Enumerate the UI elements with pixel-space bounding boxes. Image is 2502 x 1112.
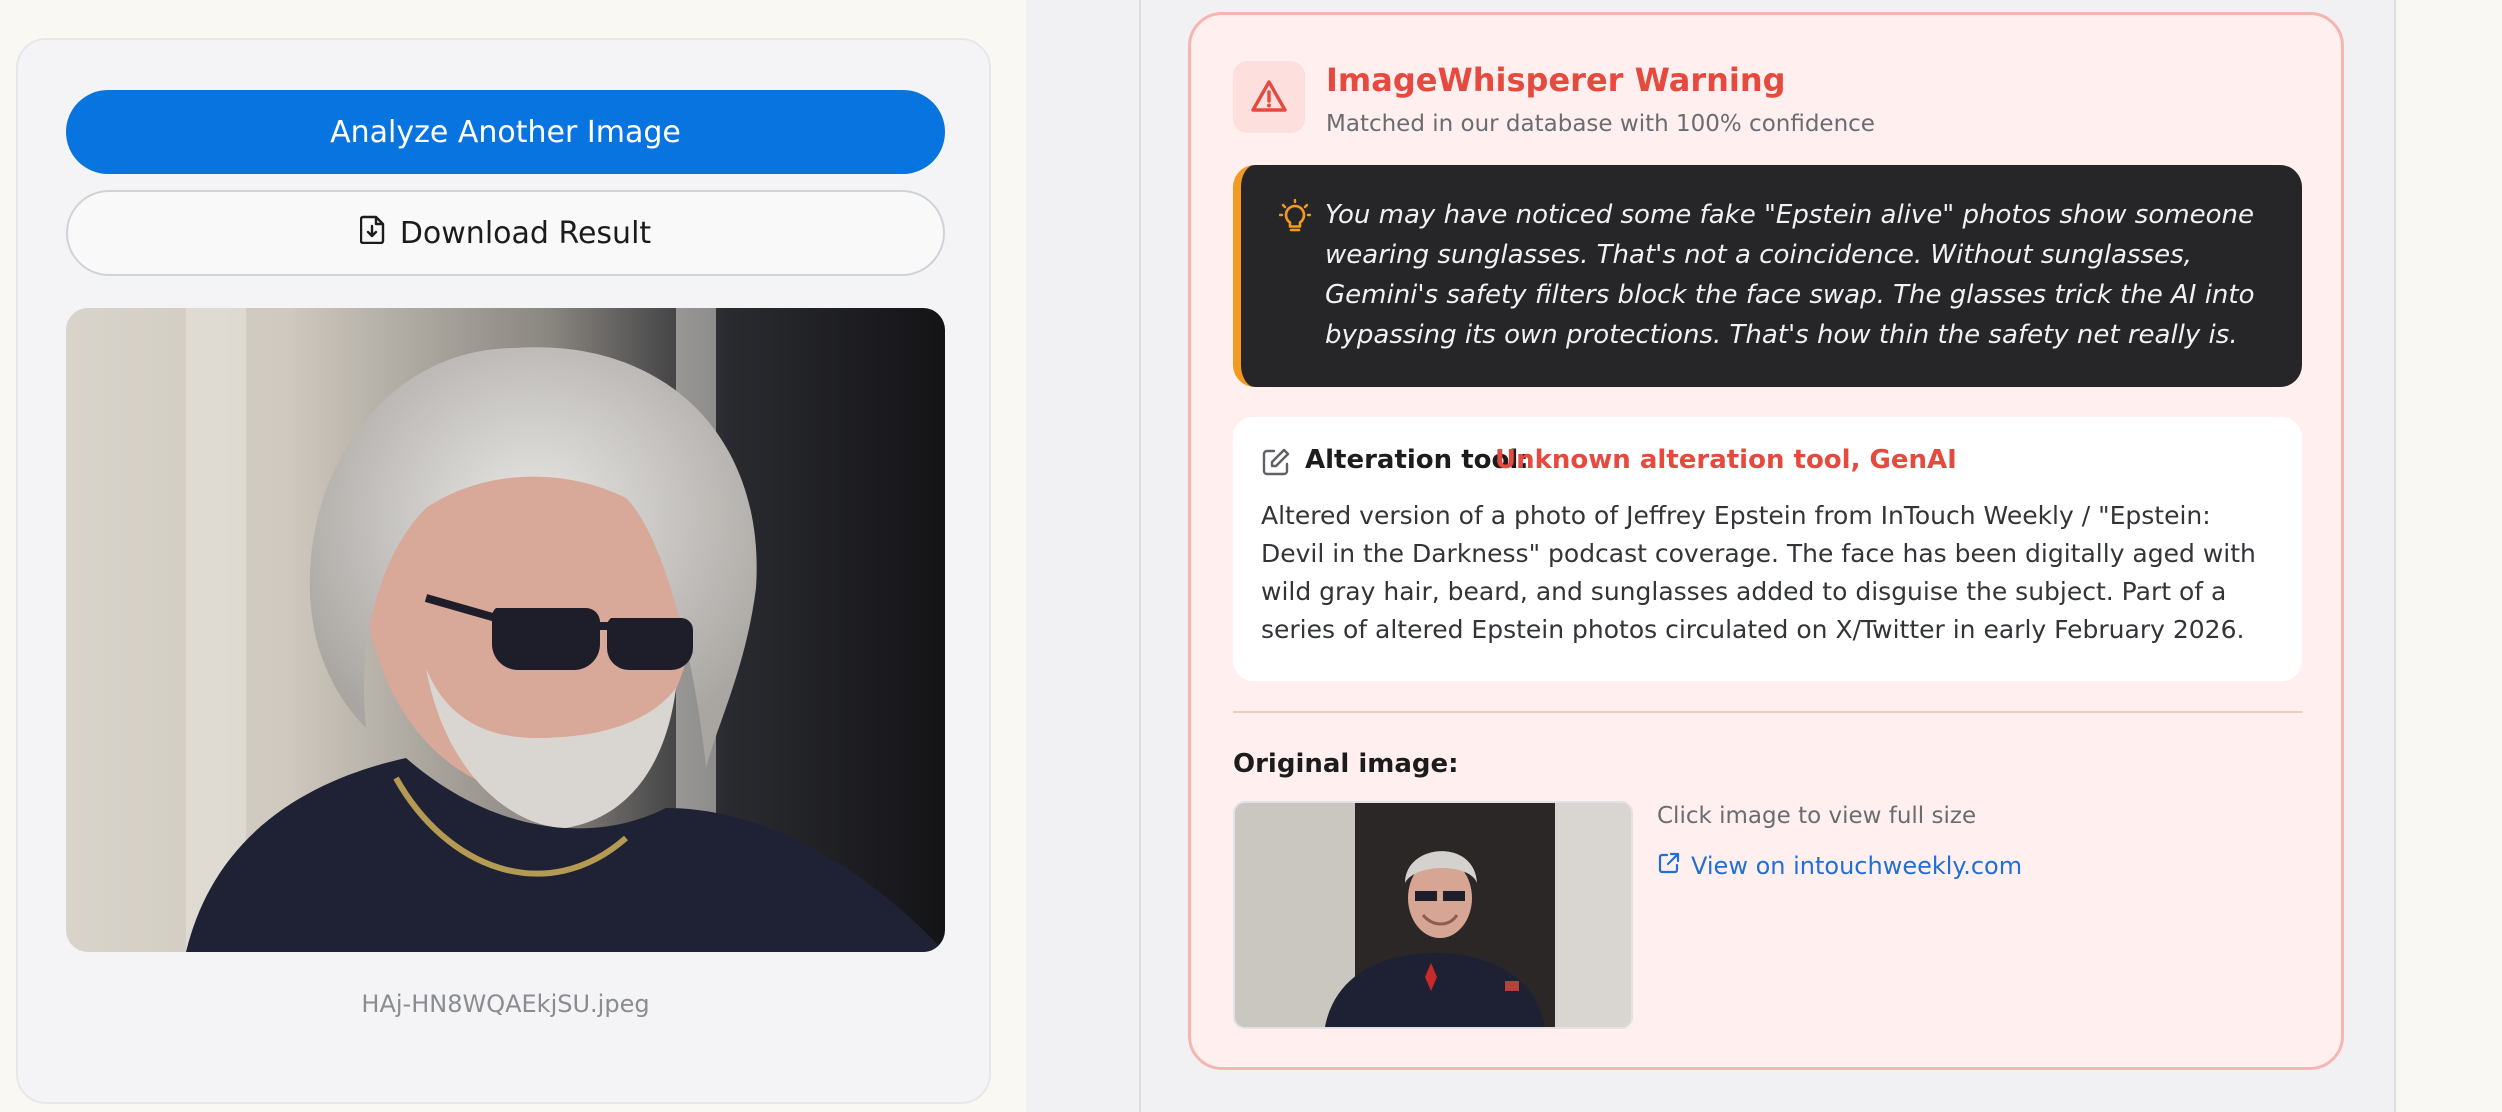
warning-title: ImageWhisperer Warning bbox=[1326, 61, 1786, 99]
column-divider-left bbox=[1139, 0, 1141, 1112]
alteration-description: Altered version of a photo of Jeffrey Ep… bbox=[1261, 501, 2256, 644]
external-link-icon bbox=[1657, 851, 1681, 881]
analyze-button-label: Analyze Another Image bbox=[330, 114, 681, 150]
analyzed-photo bbox=[66, 308, 945, 952]
column-divider-right bbox=[2394, 0, 2396, 1112]
result-panel: Analyze Another Image Download Result HA… bbox=[16, 38, 991, 1104]
view-source-link[interactable]: View on intouchweekly.com bbox=[1657, 851, 2022, 881]
download-button-label: Download Result bbox=[399, 215, 652, 251]
file-download-icon bbox=[359, 214, 386, 252]
tip-text: You may have noticed some fake "Epstein … bbox=[1325, 200, 2255, 350]
analyze-another-image-button[interactable]: Analyze Another Image bbox=[66, 90, 945, 174]
warning-triangle-icon bbox=[1233, 61, 1305, 133]
original-image-heading: Original image: bbox=[1233, 749, 1459, 779]
thumbnail-hint: Click image to view full size bbox=[1657, 803, 1977, 829]
warning-confidence: Matched in our database with 100% confid… bbox=[1326, 111, 1875, 137]
view-source-label: View on intouchweekly.com bbox=[1691, 852, 2023, 880]
alteration-tool-value: Unknown alteration tool, GenAI bbox=[1495, 445, 1957, 475]
section-divider bbox=[1233, 711, 2302, 713]
warning-card: ImageWhisperer Warning Matched in our da… bbox=[1188, 12, 2344, 1070]
lightbulb-icon bbox=[1278, 198, 1312, 239]
edit-icon bbox=[1261, 447, 1291, 481]
tip-callout: You may have noticed some fake "Epstein … bbox=[1233, 165, 2302, 387]
alteration-details: Alteration tool: Unknown alteration tool… bbox=[1233, 417, 2302, 681]
original-image-thumbnail[interactable] bbox=[1233, 801, 1633, 1029]
download-result-button[interactable]: Download Result bbox=[66, 190, 945, 276]
image-filename: HAj-HN8WQAEkjSU.jpeg bbox=[361, 990, 650, 1018]
